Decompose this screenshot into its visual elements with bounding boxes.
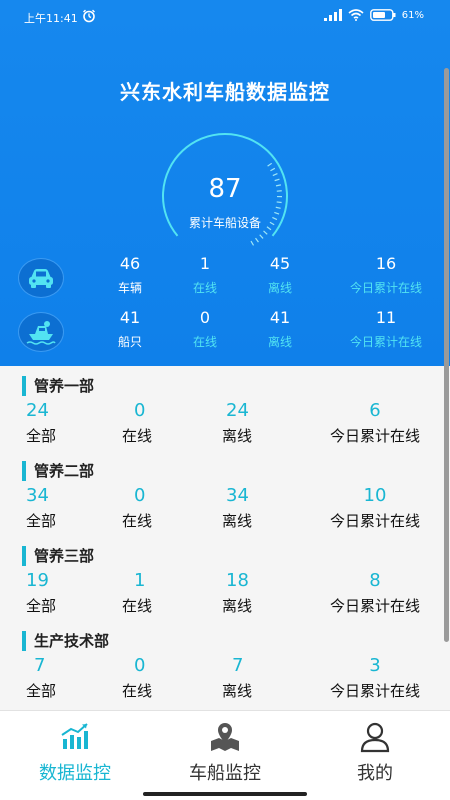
dept-online: 0 在线 xyxy=(122,655,153,700)
vehicle-stats-row: 46 车辆 1 在线 45 离线 16 今日累计在线 xyxy=(0,254,450,302)
car-icon xyxy=(18,258,64,298)
alarm-icon xyxy=(83,9,95,23)
status-bar: 上午11:41 61% xyxy=(0,0,450,34)
dept-card[interactable]: 生产技术部 7 全部 0 在线 7 离线 3 今日累计在线 xyxy=(0,623,440,703)
nav-label: 数据监控 xyxy=(39,763,111,784)
dept-online: 1 在线 xyxy=(122,570,153,615)
gauge-tick xyxy=(275,206,281,209)
dept-all: 34 全部 xyxy=(26,485,57,530)
boat-today-online: 11 今日累计在线 xyxy=(349,308,422,349)
map-pin-icon xyxy=(211,723,239,751)
home-indicator[interactable] xyxy=(143,792,307,796)
dept-all: 19 全部 xyxy=(26,570,57,615)
boat-total: 41 船只 xyxy=(117,308,142,349)
dept-today: 8 今日累计在线 xyxy=(329,570,420,615)
gauge-tick xyxy=(267,162,273,167)
gauge-tick xyxy=(259,234,264,239)
dept-title: 管养二部 xyxy=(22,461,94,481)
chart-icon xyxy=(61,723,88,749)
dept-today: 3 今日累计在线 xyxy=(329,655,420,700)
boat-online: 0 在线 xyxy=(192,308,217,349)
nav-item-vehicle-monitor[interactable]: 车船监控 xyxy=(150,721,300,785)
battery-icon xyxy=(369,9,396,21)
user-icon xyxy=(360,722,390,753)
dept-online: 0 在线 xyxy=(122,400,153,445)
dept-all: 24 全部 xyxy=(26,400,57,445)
dept-offline: 24 离线 xyxy=(222,400,253,445)
boat-icon xyxy=(18,312,64,352)
dept-all: 7 全部 xyxy=(26,655,57,700)
vehicle-online: 1 在线 xyxy=(192,254,217,295)
status-time: 上午11:41 xyxy=(24,12,78,25)
dept-card[interactable]: 管养三部 19 全部 1 在线 18 离线 8 今日累计在线 xyxy=(0,538,440,618)
dept-card[interactable]: 管养二部 34 全部 0 在线 34 离线 10 今日累计在线 xyxy=(0,453,440,533)
nav-item-data-monitor[interactable]: 数据监控 xyxy=(0,721,150,785)
gauge-tick xyxy=(270,167,276,172)
dept-title: 生产技术部 xyxy=(22,631,109,651)
gauge-tick xyxy=(263,230,268,235)
dept-today: 10 今日累计在线 xyxy=(329,485,420,530)
dept-title: 管养一部 xyxy=(22,376,94,396)
status-right: 61% xyxy=(323,9,424,21)
dept-offline: 7 离线 xyxy=(222,655,253,700)
gauge-tick xyxy=(250,240,255,246)
nav-label: 车船监控 xyxy=(189,763,261,784)
dept-today: 6 今日累计在线 xyxy=(329,400,420,445)
device-gauge: 87 累计车船设备 xyxy=(150,128,300,263)
bottom-nav: 数据监控 车船监控 我的 xyxy=(0,710,450,800)
gauge-value: 87 xyxy=(208,174,242,204)
header: 上午11:41 61% 兴东水利车船数据监控 87 累计车船设备 46 车辆 1… xyxy=(0,0,450,366)
boat-offline: 41 离线 xyxy=(267,308,292,349)
nav-label: 我的 xyxy=(357,763,393,784)
dept-offline: 18 离线 xyxy=(222,570,253,615)
scrollbar-thumb[interactable] xyxy=(444,68,449,642)
wifi-icon xyxy=(348,9,364,21)
dept-offline: 34 离线 xyxy=(222,485,253,530)
boat-stats-row: 41 船只 0 在线 41 离线 11 今日累计在线 xyxy=(0,308,450,356)
gauge-tick xyxy=(255,237,259,243)
vehicle-total: 46 车辆 xyxy=(117,254,142,295)
battery-percentage: 61% xyxy=(401,9,424,21)
gauge-label: 累计车船设备 xyxy=(188,216,261,230)
vehicle-offline: 45 离线 xyxy=(267,254,292,295)
page-title: 兴东水利车船数据监控 xyxy=(120,80,330,104)
vehicle-today-online: 16 今日累计在线 xyxy=(349,254,422,295)
signal-icon xyxy=(323,9,342,21)
dept-title: 管养三部 xyxy=(22,546,94,566)
nav-item-profile[interactable]: 我的 xyxy=(300,721,450,785)
dept-online: 0 在线 xyxy=(122,485,153,530)
dept-card[interactable]: 管养一部 24 全部 0 在线 24 离线 6 今日累计在线 xyxy=(0,368,440,448)
